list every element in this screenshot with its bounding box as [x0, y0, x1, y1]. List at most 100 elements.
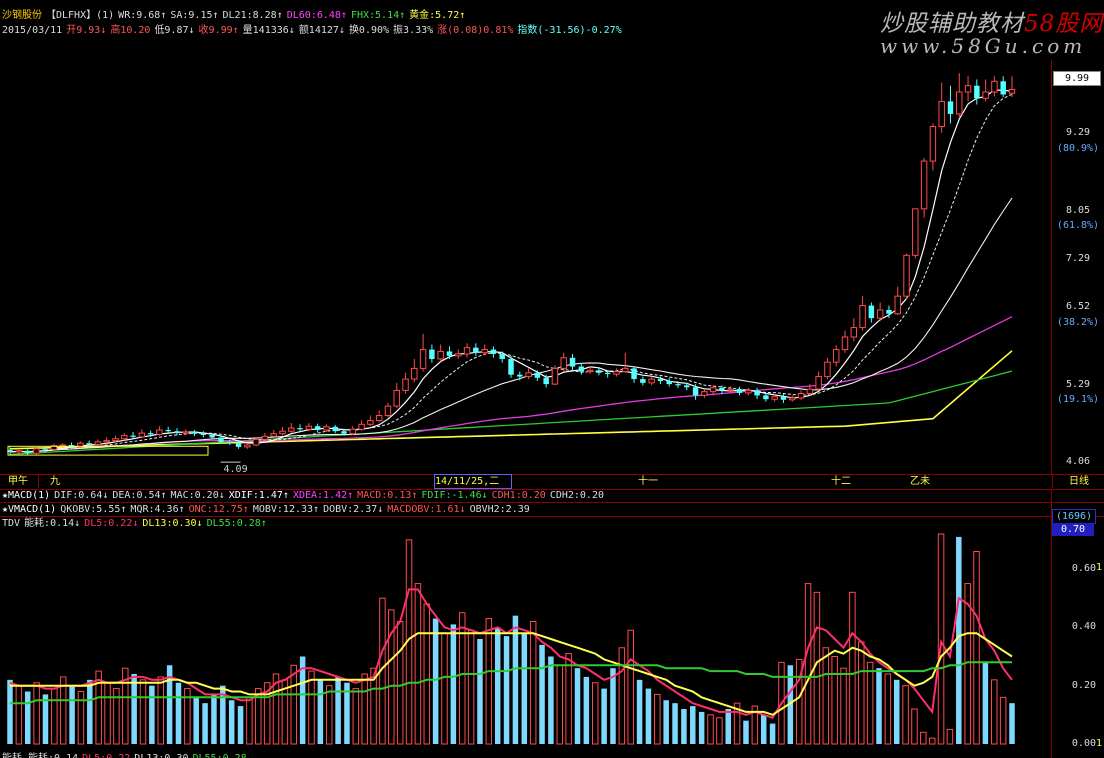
quote-field-1: 开9.93↓ [66, 25, 107, 36]
candle [868, 302, 875, 323]
quote-field-0: 2015/03/11 [2, 25, 63, 36]
energy-bar [7, 679, 13, 744]
candle [534, 370, 541, 381]
price-axis: 9.99 9.29 (80.9%) 8.05 (61.8%) 7.29 6.52 (38.2… [1052, 60, 1104, 474]
candle [191, 429, 198, 437]
energy-bar [707, 714, 714, 745]
candle [841, 330, 849, 353]
candle [982, 79, 989, 102]
header-field-2: WR:9.68↑ [118, 10, 167, 21]
date-cursor-label: 14/11/25,二 [434, 474, 512, 489]
candle [789, 395, 796, 402]
header-field-3: SA:9.15↑ [170, 10, 219, 21]
energy-bar [725, 709, 731, 744]
candle [815, 371, 822, 391]
quote-field-9: 涨(0.08)0.81% [437, 25, 514, 36]
energy-bar [228, 700, 235, 744]
header-field-1: 【DLFHX】(1) [46, 10, 115, 21]
candle [745, 387, 752, 396]
energy-bar [920, 731, 927, 745]
footer-field-0: 能耗 能耗:0.14 [2, 753, 78, 758]
footer-field-2: DL13:0.30 [134, 753, 188, 758]
fib-level-label: (19.1%) [1056, 393, 1100, 405]
price-tick-label: 9.29 [1065, 127, 1091, 139]
energy-bar [663, 700, 669, 744]
tdv-field-3: DL13:0.30↓ [142, 518, 203, 529]
candle [490, 346, 497, 358]
vmacd-field-1: QKOBV:5.55↑ [60, 504, 127, 515]
energy-bar [769, 723, 776, 744]
energy-bar [610, 668, 616, 744]
vmacd-field-7: OBVH2:2.39 [469, 504, 530, 515]
ma-fhx-line [9, 370, 1013, 456]
current-price-label: 9.99 [1053, 71, 1101, 86]
energy-bar [716, 717, 723, 745]
tdv-field-0: TDV [2, 518, 21, 529]
candle [894, 286, 901, 315]
footer-field-3: DL55:0.28 [192, 753, 246, 758]
period-selector[interactable]: 日线 [1052, 475, 1104, 488]
header-field-5: DL60:6.48↑ [286, 10, 347, 21]
candle [411, 358, 418, 383]
indicator-macd-row[interactable]: ★MACD(1) DIF:0.64↓ DEA:0.54↑ MAC:0.20↓ XDIF:… [2, 489, 608, 502]
energy-bar [743, 720, 749, 744]
quote-field-4: 收9.99↑ [198, 25, 239, 36]
energy-bar [246, 696, 253, 745]
lower-tick-label: 0.00 [1071, 738, 1096, 749]
vmacd-field-2: MQR:4.36↑ [130, 504, 185, 515]
energy-bar [893, 679, 900, 744]
candle [859, 296, 866, 331]
candle [824, 357, 831, 380]
footer-field-1: DL5:0.22 [82, 753, 130, 758]
energy-bar [450, 624, 457, 744]
candle [200, 431, 207, 438]
candle [525, 368, 532, 380]
energy-bar [902, 685, 909, 745]
energy-bar [627, 629, 634, 745]
energy-bar [396, 621, 404, 745]
energy-bar [529, 621, 537, 745]
energy-bar [911, 708, 918, 745]
energy-bar [352, 688, 360, 745]
macd-field-5: XDEA:1.42↑ [292, 490, 354, 501]
candlestick-chart[interactable]: 4.09 [0, 60, 1051, 474]
vmacd-field-5: DOBV:2.37↓ [323, 504, 384, 515]
indicator-tdv-row[interactable]: TDV 能耗:0.14↓ DL5:0.22↓ DL13:0.30↓ DL55:0.28↑ [2, 517, 271, 530]
energy-bar [361, 673, 368, 745]
candle [261, 433, 269, 441]
energy-bar [858, 641, 865, 745]
candle [50, 443, 58, 451]
energy-bar [503, 636, 510, 744]
price-tick-label: 8.05 [1065, 205, 1091, 217]
macd-field-3: MAC:0.20↓ [170, 490, 225, 501]
energy-indicator-chart[interactable] [0, 530, 1051, 752]
energy-bar [1009, 703, 1015, 744]
indicator-vmacd-row[interactable]: ★VMACD(1) QKOBV:5.55↑ MQR:4.36↑ ONC:12.75↑ M… [2, 503, 534, 516]
candle [648, 376, 655, 386]
macd-field-1: DIF:0.64↓ [54, 490, 109, 501]
energy-bar [237, 706, 244, 744]
candle [130, 431, 136, 439]
energy-bar [51, 688, 58, 745]
axis-edge-mark: 1 [1096, 562, 1103, 573]
candle [1000, 76, 1006, 98]
candle [974, 79, 980, 105]
energy-bar [87, 679, 93, 744]
candle [727, 385, 734, 393]
energy-bar [574, 668, 581, 744]
candle [481, 344, 488, 356]
energy-bar [866, 661, 874, 745]
stock-header-row1: 沙钢股份 【DLFHX】(1) WR:9.68↑ SA:9.15↑ DL21:8.28↑… [2, 9, 469, 22]
energy-bar [494, 627, 501, 744]
energy-bar [999, 696, 1007, 745]
candle [24, 449, 31, 456]
candle [446, 346, 453, 359]
energy-bar [104, 682, 111, 745]
quote-field-2: 高10.20 [110, 25, 151, 36]
candle [463, 343, 471, 358]
candle [156, 426, 163, 436]
candle [876, 302, 884, 322]
candle [367, 415, 374, 427]
candle [991, 76, 998, 97]
candle [947, 85, 954, 124]
